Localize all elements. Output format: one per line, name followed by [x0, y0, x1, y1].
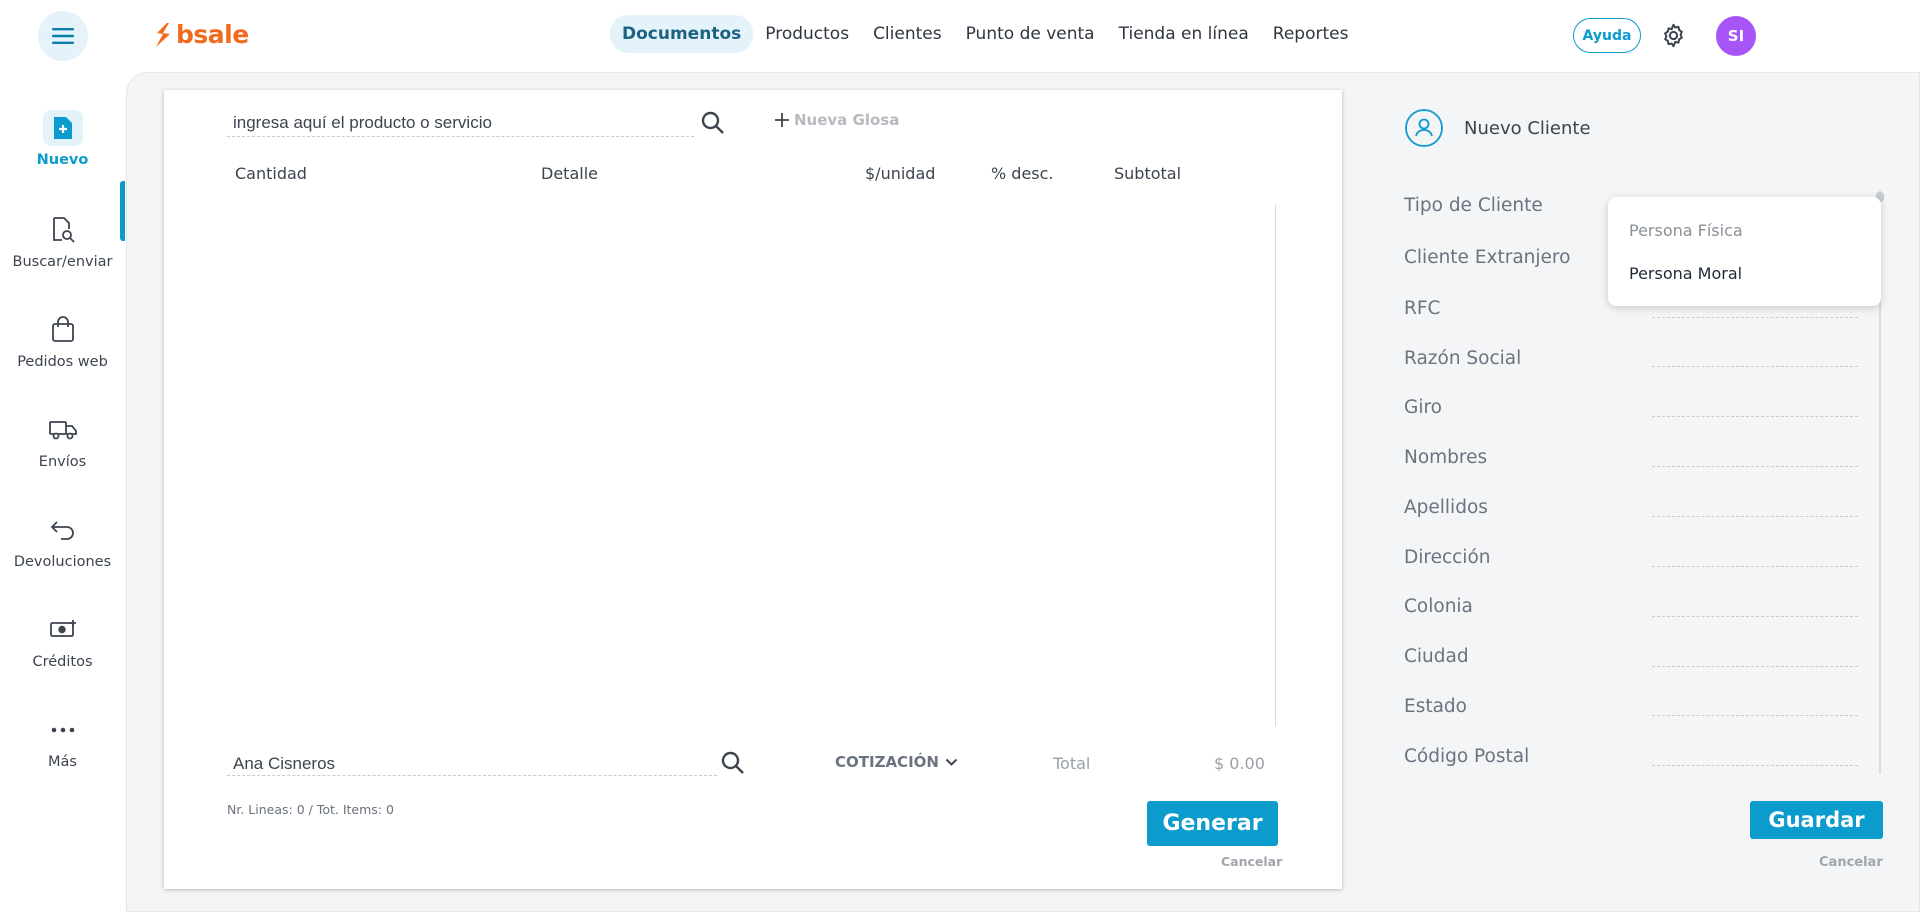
column-header-desc: % desc.	[991, 164, 1054, 183]
column-header-detalle: Detalle	[541, 164, 598, 183]
nueva-glosa-label: Nueva Glosa	[794, 111, 900, 129]
field-label-razon-social: Razón Social	[1404, 348, 1522, 369]
cancel-client-link[interactable]: Cancelar	[1819, 855, 1883, 870]
sidebar-item-label: Envíos	[38, 454, 87, 470]
return-arrow-icon	[50, 521, 74, 540]
search-icon[interactable]	[700, 110, 726, 136]
total-label: Total	[1053, 754, 1091, 773]
new-document-icon	[53, 117, 72, 139]
main-nav: Documentos Productos Clientes Punto de v…	[610, 15, 1360, 53]
shopping-bag-icon	[51, 316, 74, 342]
estado-input[interactable]	[1652, 715, 1858, 716]
client-input[interactable]	[233, 754, 683, 774]
field-label-cliente-extranjero: Cliente Extranjero	[1404, 247, 1571, 268]
nav-tienda-en-linea[interactable]: Tienda en línea	[1107, 15, 1261, 53]
user-avatar[interactable]: SI	[1716, 16, 1756, 56]
sidebar-item-label: Nuevo	[36, 152, 89, 168]
rfc-input[interactable]	[1652, 317, 1858, 318]
apellidos-input[interactable]	[1652, 516, 1858, 517]
hamburger-menu-button[interactable]	[38, 11, 88, 61]
field-label-nombres: Nombres	[1404, 447, 1488, 468]
nav-documentos[interactable]: Documentos	[610, 15, 754, 53]
field-label-ciudad: Ciudad	[1404, 646, 1469, 667]
total-value: $ 0.00	[1214, 754, 1265, 773]
column-header-cantidad: Cantidad	[235, 164, 307, 183]
field-label-apellidos: Apellidos	[1404, 497, 1488, 518]
left-sidebar: Nuevo Buscar/enviar Pedidos web Envíos D…	[0, 70, 125, 912]
sidebar-item-devoluciones[interactable]: Devoluciones	[0, 512, 125, 570]
items-scroll-track[interactable]	[1275, 204, 1276, 726]
new-client-title: Nuevo Cliente	[1464, 117, 1591, 139]
nav-clientes[interactable]: Clientes	[861, 15, 954, 53]
nav-productos[interactable]: Productos	[753, 15, 861, 53]
column-header-subtotal: Subtotal	[1114, 164, 1182, 183]
direccion-input[interactable]	[1652, 566, 1858, 567]
guardar-button[interactable]: Guardar	[1750, 801, 1883, 839]
generar-button[interactable]: Generar	[1147, 801, 1278, 846]
sidebar-item-buscar-enviar[interactable]: Buscar/enviar	[0, 212, 125, 270]
lines-info: Nr. Lineas: 0 / Tot. Items: 0	[227, 802, 394, 817]
nav-punto-de-venta[interactable]: Punto de venta	[954, 15, 1107, 53]
logo-text: bsale	[176, 20, 249, 49]
field-label-tipo-cliente: Tipo de Cliente	[1404, 195, 1543, 216]
sidebar-item-creditos[interactable]: Créditos	[0, 612, 125, 670]
field-label-codigo-postal: Código Postal	[1404, 746, 1530, 767]
field-label-rfc: RFC	[1404, 298, 1441, 319]
field-label-direccion: Dirección	[1404, 547, 1491, 568]
sidebar-item-nuevo[interactable]: Nuevo	[0, 110, 125, 168]
product-search-input[interactable]	[233, 113, 673, 133]
column-header-unidad: $/unidad	[865, 164, 936, 183]
colonia-input[interactable]	[1652, 616, 1858, 617]
dropdown-option-persona-fisica[interactable]: Persona Física	[1629, 221, 1743, 240]
nav-reportes[interactable]: Reportes	[1261, 15, 1361, 53]
new-client-header: Nuevo Cliente	[1404, 108, 1591, 148]
gear-icon[interactable]	[1660, 22, 1687, 49]
hamburger-icon	[52, 28, 74, 44]
sidebar-item-mas[interactable]: Más	[0, 712, 125, 770]
field-label-colonia: Colonia	[1404, 596, 1473, 617]
tipo-cliente-dropdown: Persona Física Persona Moral	[1608, 197, 1881, 306]
help-button[interactable]: Ayuda	[1573, 18, 1641, 53]
sidebar-item-label: Créditos	[32, 654, 93, 670]
nombres-input[interactable]	[1652, 466, 1858, 467]
user-circle-icon	[1405, 109, 1443, 147]
nueva-glosa-button[interactable]: Nueva Glosa	[774, 111, 899, 129]
chevron-down-icon	[945, 758, 958, 766]
top-bar: bsale Documentos Productos Clientes Punt…	[0, 0, 1920, 70]
document-type-label: COTIZACIÓN	[835, 753, 939, 771]
bsale-logo[interactable]: bsale	[153, 20, 249, 49]
sidebar-item-envios[interactable]: Envíos	[0, 412, 125, 470]
client-search-icon[interactable]	[720, 750, 746, 776]
field-label-giro: Giro	[1404, 397, 1442, 418]
cash-icon	[49, 620, 76, 637]
sidebar-item-label: Más	[48, 754, 77, 770]
document-panel: Nueva Glosa Cantidad Detalle $/unidad % …	[164, 90, 1342, 889]
search-document-icon	[52, 217, 75, 243]
sidebar-item-label: Buscar/enviar	[12, 254, 113, 270]
dropdown-option-persona-moral[interactable]: Persona Moral	[1629, 264, 1742, 283]
client-search-field	[227, 748, 717, 776]
more-dots-icon	[51, 727, 74, 733]
giro-input[interactable]	[1652, 416, 1858, 417]
sidebar-item-label: Devoluciones	[13, 554, 112, 570]
truck-icon	[48, 421, 77, 440]
razon-social-input[interactable]	[1652, 366, 1858, 367]
product-search-field	[227, 109, 694, 137]
document-type-select[interactable]: COTIZACIÓN	[835, 753, 958, 771]
ciudad-input[interactable]	[1652, 666, 1858, 667]
sidebar-item-label: Pedidos web	[17, 354, 108, 370]
plus-icon	[775, 113, 789, 127]
cancel-document-link[interactable]: Cancelar	[1221, 854, 1282, 869]
bsale-logo-mark-icon	[156, 22, 170, 47]
sidebar-item-pedidos-web[interactable]: Pedidos web	[0, 312, 125, 370]
field-label-estado: Estado	[1404, 696, 1467, 717]
codigo-postal-input[interactable]	[1652, 765, 1858, 766]
